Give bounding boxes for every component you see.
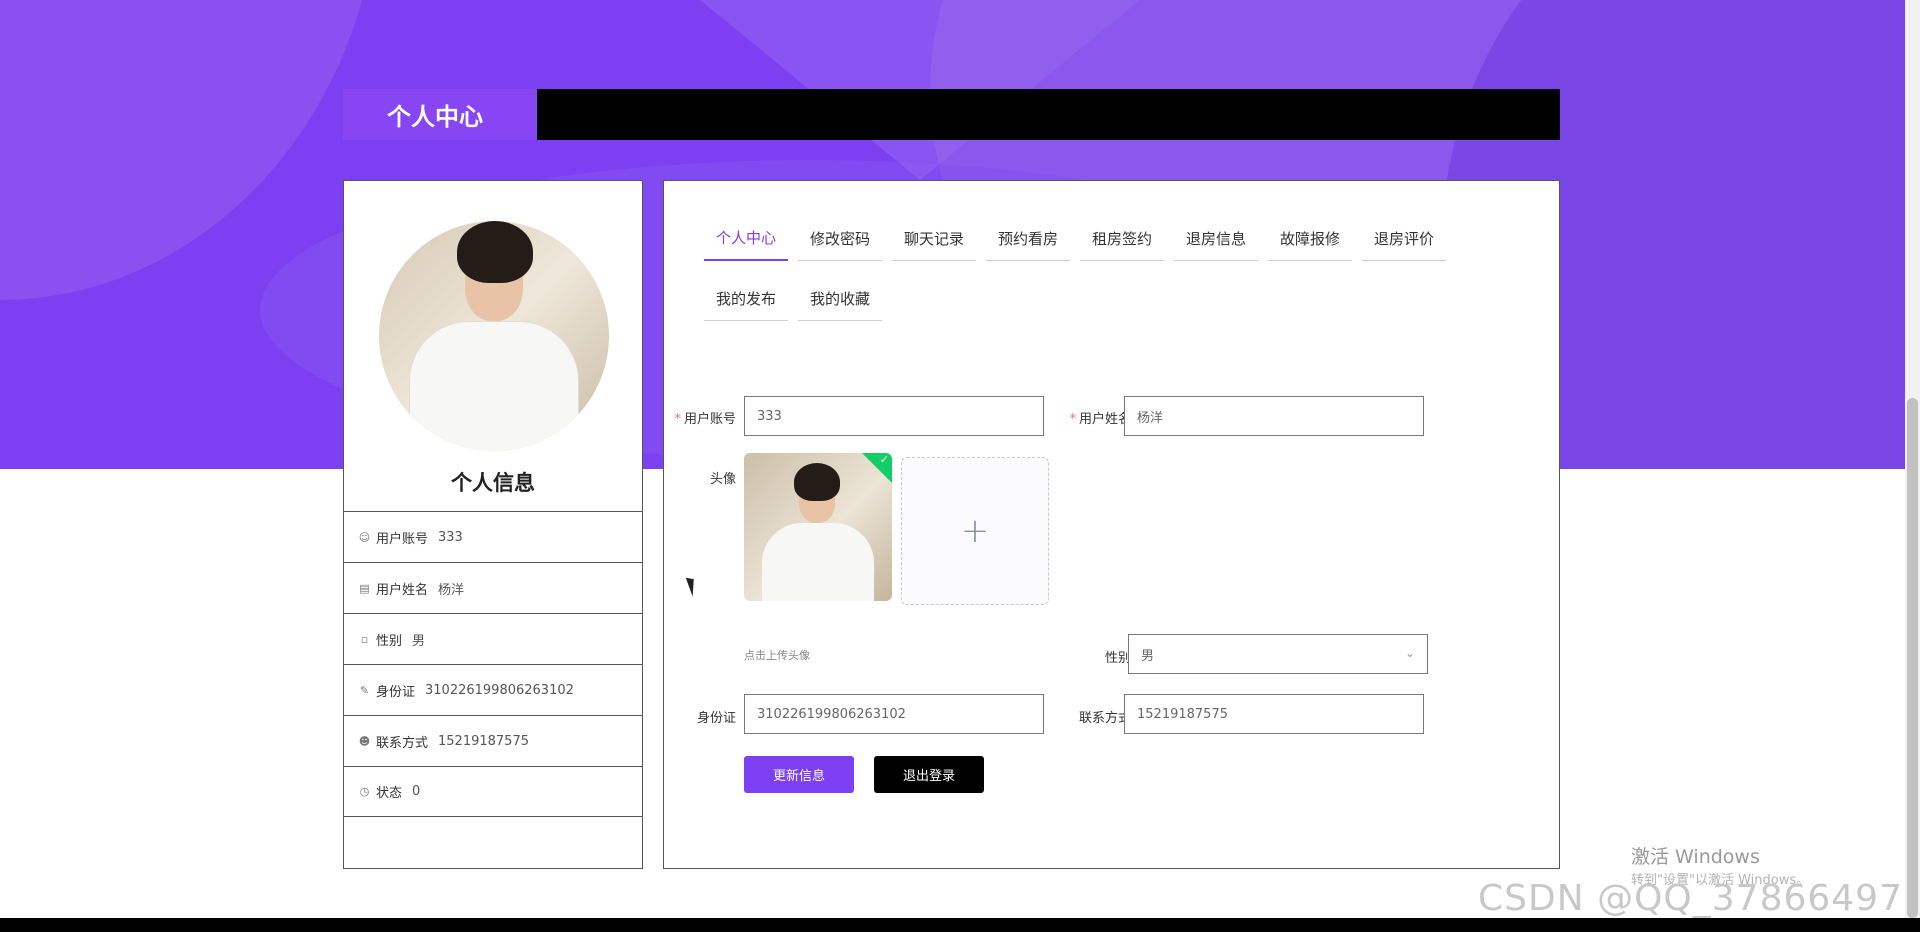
tab-my-posts[interactable]: 我的发布 [704, 276, 788, 321]
csdn-watermark: CSDN @QQ_3786649731 [1478, 878, 1920, 919]
chat-icon: ▫ [360, 632, 369, 646]
account-input[interactable]: 333 [744, 396, 1044, 436]
id-card-icon: ▤ [359, 581, 370, 595]
profile-panel: 个人信息 ☺ 用户账号 333 ▤ 用户姓名 杨洋 ▫ 性别 男 ✎ 身份证 3… [343, 180, 643, 869]
contact-icon: ☻ [358, 734, 371, 748]
gender-label: 性别 [1104, 651, 1131, 666]
avatar-label: 头像 [709, 472, 736, 487]
info-item-contact: ☻ 联系方式 15219187575 [344, 715, 642, 766]
chevron-down-icon: ⌄ [1404, 646, 1415, 660]
tab-rental-contracts[interactable]: 租房签约 [1080, 216, 1164, 261]
gender-select[interactable]: 男 ⌄ [1128, 634, 1428, 674]
tab-repair-reports[interactable]: 故障报修 [1268, 216, 1352, 261]
name-label: * 用户姓名 [1069, 412, 1131, 427]
scrollbar-thumb[interactable] [1907, 398, 1918, 918]
profile-title: 个人信息 [451, 471, 535, 495]
info-item-name: ▤ 用户姓名 杨洋 [344, 562, 642, 613]
info-item-account: ☺ 用户账号 333 [344, 511, 642, 562]
main-panel: 个人中心 修改密码 聊天记录 预约看房 租房签约 退房信息 故障报修 退房评价 … [663, 180, 1560, 869]
page-title: 个人中心 [343, 89, 537, 140]
profile-info-list: ☺ 用户账号 333 ▤ 用户姓名 杨洋 ▫ 性别 男 ✎ 身份证 310226… [344, 511, 642, 817]
update-info-button[interactable]: 更新信息 [744, 756, 854, 793]
idcard-input[interactable]: 310226199806263102 [744, 694, 1044, 734]
avatar-thumbnail[interactable]: ✓ [744, 453, 892, 601]
user-icon: ☺ [358, 530, 371, 544]
tab-viewing-appointments[interactable]: 预约看房 [986, 216, 1070, 261]
edit-icon: ✎ [359, 683, 370, 697]
account-label: * 用户账号 [674, 412, 736, 427]
avatar [379, 221, 609, 451]
info-item-gender: ▫ 性别 男 [344, 613, 642, 664]
info-item-status: ◷ 状态 0 [344, 766, 642, 817]
page-header: 个人中心 [343, 89, 1560, 140]
bottom-bar [0, 918, 1920, 932]
tab-chat-history[interactable]: 聊天记录 [892, 216, 976, 261]
tab-personal-center[interactable]: 个人中心 [704, 216, 788, 261]
idcard-label: 身份证 [696, 711, 736, 726]
tab-checkout-reviews[interactable]: 退房评价 [1362, 216, 1446, 261]
name-input[interactable]: 杨洋 [1124, 396, 1424, 436]
contact-input[interactable]: 15219187575 [1124, 694, 1424, 734]
tab-my-favorites[interactable]: 我的收藏 [798, 276, 882, 321]
check-icon: ✓ [879, 453, 889, 466]
contact-label: 联系方式 [1078, 711, 1131, 726]
info-item-idcard: ✎ 身份证 310226199806263102 [344, 664, 642, 715]
clock-icon: ◷ [359, 785, 370, 798]
tab-change-password[interactable]: 修改密码 [798, 216, 882, 261]
plus-icon: + [960, 511, 990, 551]
tab-checkout-info[interactable]: 退房信息 [1174, 216, 1258, 261]
windows-activation-title: 激活 Windows [1631, 846, 1760, 868]
upload-hint: 点击上传头像 [744, 649, 810, 662]
upload-button[interactable]: + [901, 457, 1049, 605]
logout-button[interactable]: 退出登录 [874, 756, 984, 793]
